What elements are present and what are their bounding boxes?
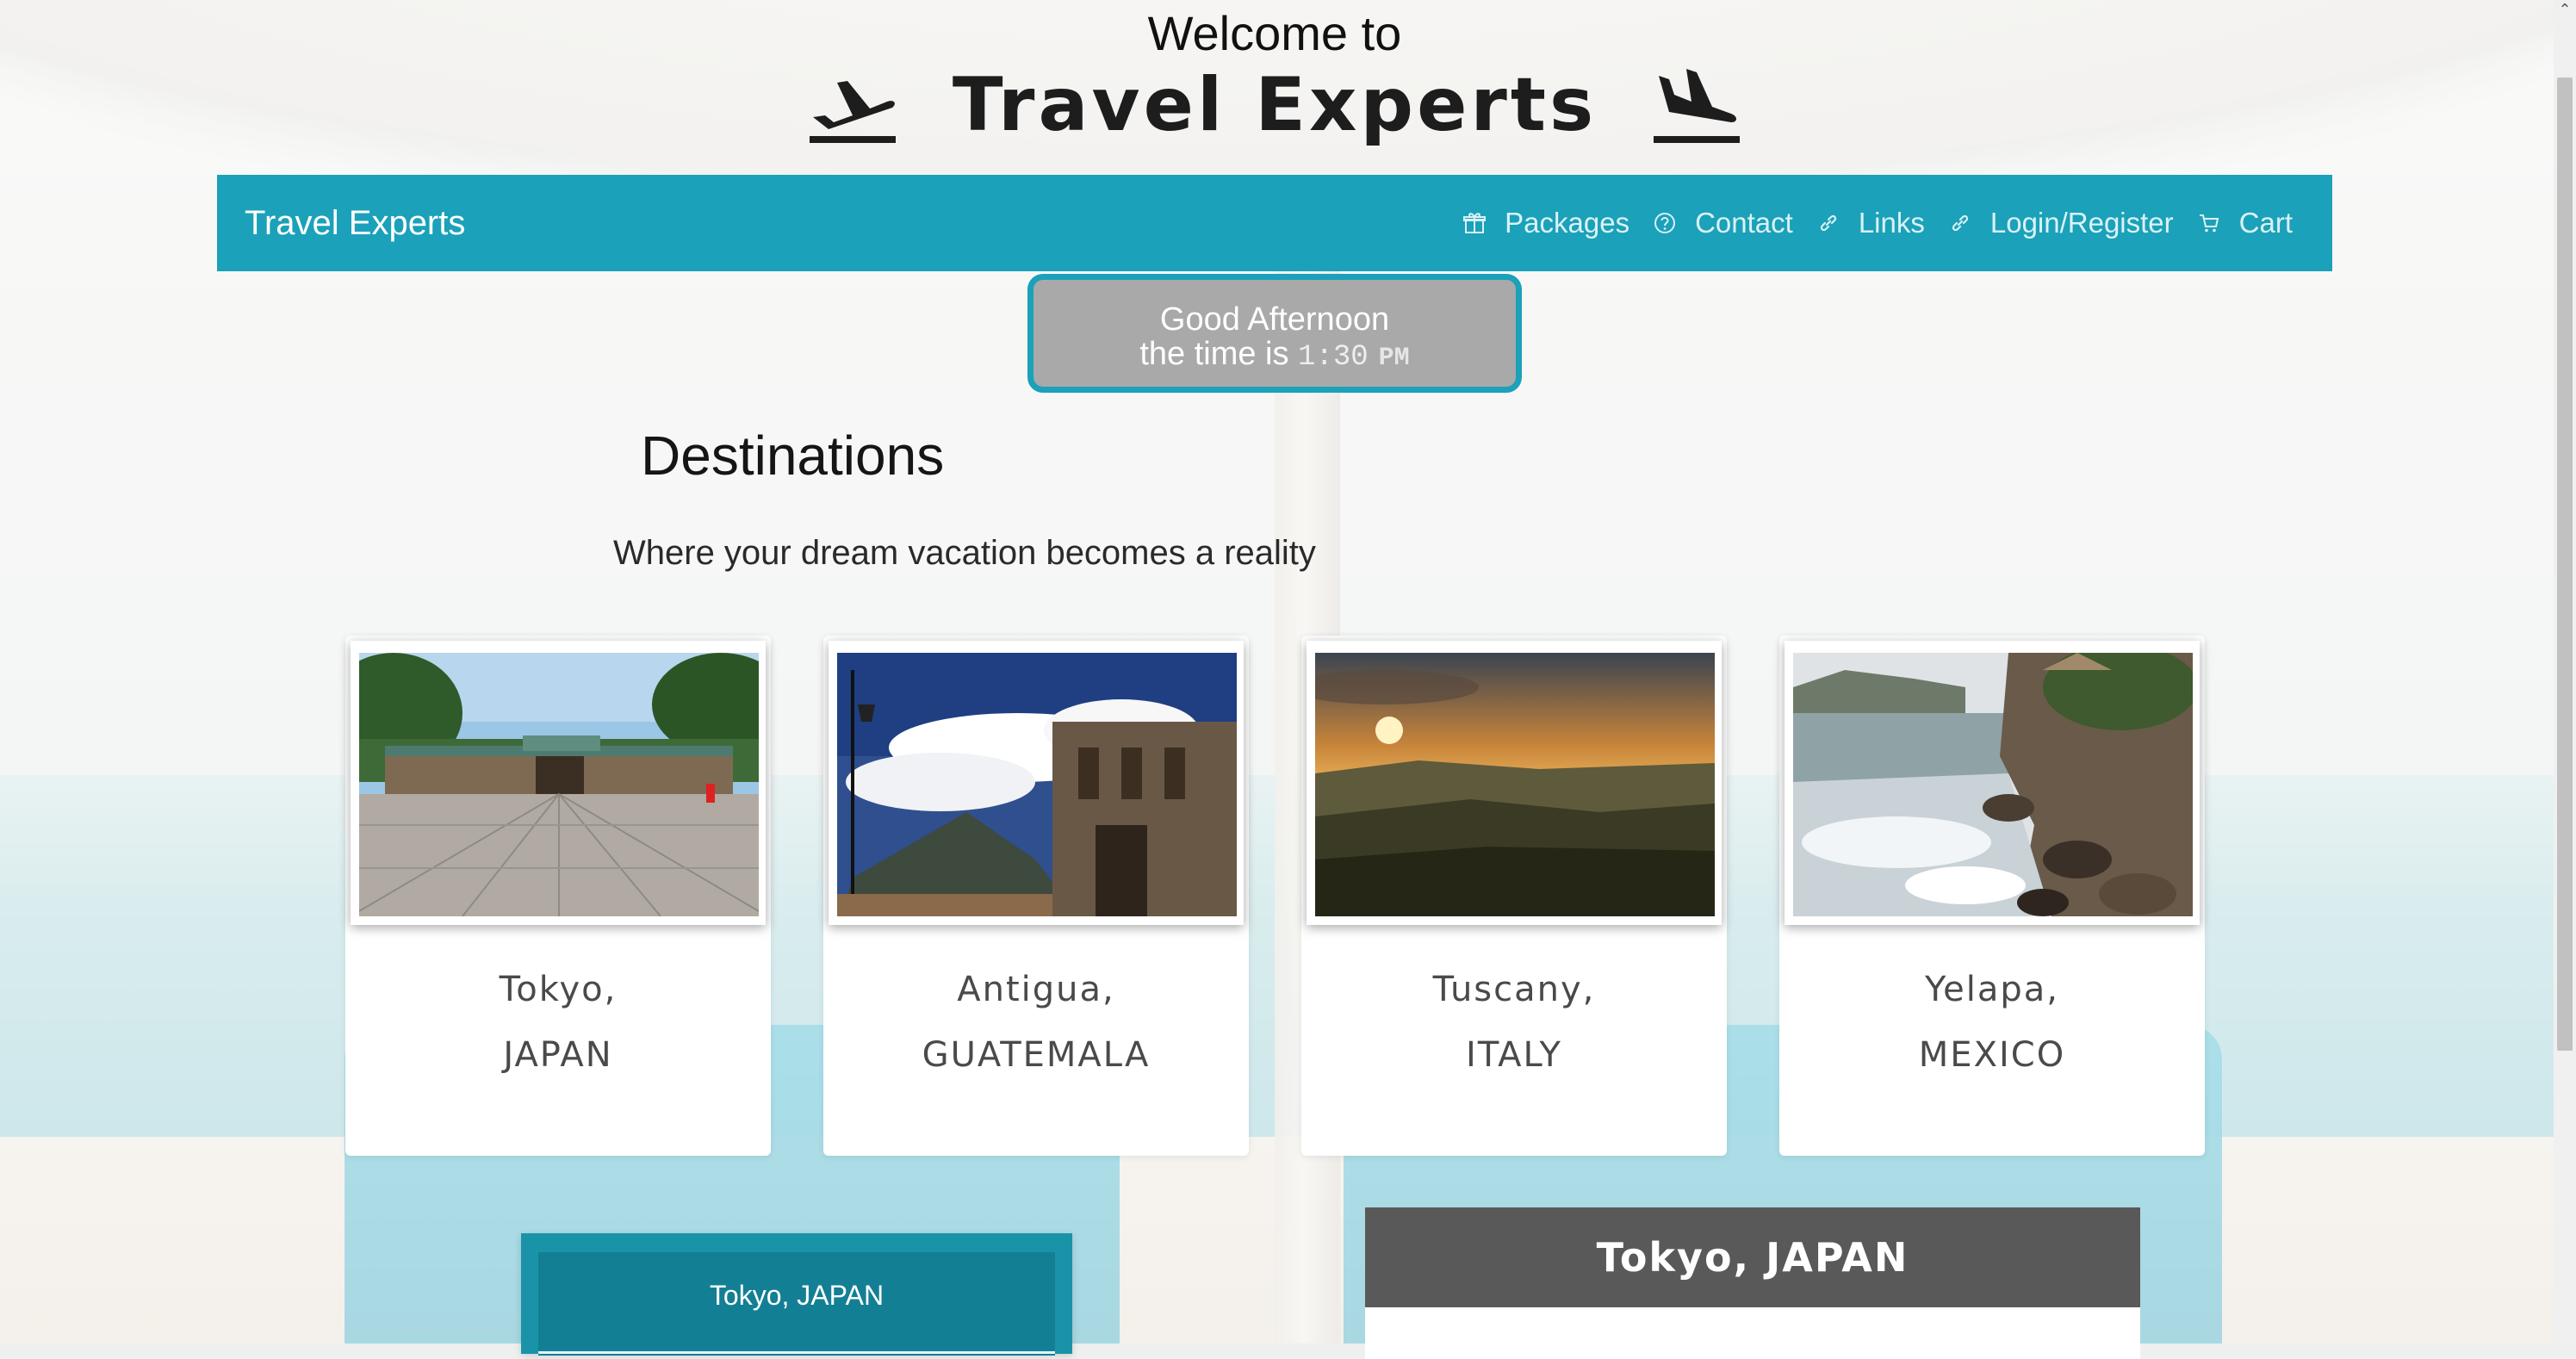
card-city: Yelapa, (1925, 970, 2059, 1009)
greeting-text: Good Afternoon (1159, 301, 1390, 338)
nav-link-label: Cart (2238, 207, 2293, 239)
greeting-box: Good Afternoon the time is 1:30 PM (1027, 274, 1522, 393)
destination-card-antigua[interactable]: Antigua, GUATEMALA (823, 636, 1249, 1156)
destination-detail-body (1365, 1307, 2140, 1359)
nav-links: Packages Contact Links Login/Register Ca… (1463, 207, 2293, 239)
sunset-hills-photo (1315, 653, 1715, 916)
destination-detail-heading: Tokyo, JAPAN (1365, 1207, 2140, 1307)
gift-icon (1463, 213, 1487, 233)
nav-link-login-register[interactable]: Login/Register (1949, 207, 2174, 239)
destination-card-tokyo[interactable]: Tokyo, JAPAN (345, 636, 771, 1156)
rocky-coast-photo (1793, 653, 2193, 916)
photo-frame (351, 641, 766, 925)
welcome-text: Welcome to (1147, 6, 1402, 60)
card-country: JAPAN (503, 1035, 613, 1075)
nav-link-cart[interactable]: Cart (2198, 207, 2293, 239)
photo-frame (1785, 641, 2200, 925)
photo-frame (829, 641, 1244, 925)
card-city: Tokyo, (499, 970, 618, 1009)
main-navbar: Travel Experts Packages Contact Links Lo… (217, 175, 2332, 271)
nav-link-contact[interactable]: Contact (1654, 207, 1793, 239)
nav-link-links[interactable]: Links (1817, 207, 1925, 239)
destinations-heading: Destinations (641, 425, 945, 487)
nav-link-label: Links (1858, 207, 1925, 239)
current-time: 1:30 (1298, 341, 1369, 374)
link-icon (1952, 214, 1968, 232)
time-line: the time is 1:30 PM (1034, 337, 1516, 375)
link-icon (1820, 214, 1836, 232)
nav-link-label: Contact (1695, 207, 1793, 239)
destination-card-tuscany[interactable]: Tuscany, ITALY (1301, 636, 1727, 1156)
temple-courtyard-photo (359, 653, 759, 916)
destination-card-yelapa[interactable]: Yelapa, MEXICO (1779, 636, 2205, 1156)
card-country: GUATEMALA (922, 1035, 1151, 1075)
nav-link-packages[interactable]: Packages (1463, 207, 1629, 239)
destination-selector-panel: Tokyo, JAPAN (521, 1233, 1072, 1356)
plane-arrival-icon (1654, 69, 1741, 143)
site-title-text: Travel Experts (952, 62, 1598, 148)
scroll-up-arrow-icon[interactable]: ⌃ (2554, 0, 2576, 22)
destination-detail-panel: Tokyo, JAPAN (1365, 1207, 2140, 1359)
destinations-subtitle: Where your dream vacation becomes a real… (613, 534, 1316, 572)
card-country: MEXICO (1918, 1035, 2066, 1075)
card-country: ITALY (1466, 1035, 1562, 1075)
time-ampm: PM (1378, 344, 1410, 373)
time-prefix: the time is (1139, 336, 1289, 372)
card-city: Tuscany, (1432, 970, 1596, 1009)
site-title: Travel Experts (0, 62, 2549, 148)
divider (538, 1351, 1055, 1354)
question-circle-icon (1654, 213, 1676, 233)
card-city: Antigua, (957, 970, 1115, 1009)
nav-link-label: Login/Register (1989, 207, 2174, 239)
ruins-volcano-photo (837, 653, 1237, 916)
plane-departure-icon (809, 81, 896, 143)
navbar-brand[interactable]: Travel Experts (245, 204, 465, 243)
photo-frame (1307, 641, 1722, 925)
nav-link-label: Packages (1505, 207, 1630, 239)
cart-icon (2199, 214, 2219, 233)
scrollbar-thumb[interactable] (2557, 78, 2573, 1051)
destination-tab-tokyo[interactable]: Tokyo, JAPAN (538, 1252, 1055, 1356)
